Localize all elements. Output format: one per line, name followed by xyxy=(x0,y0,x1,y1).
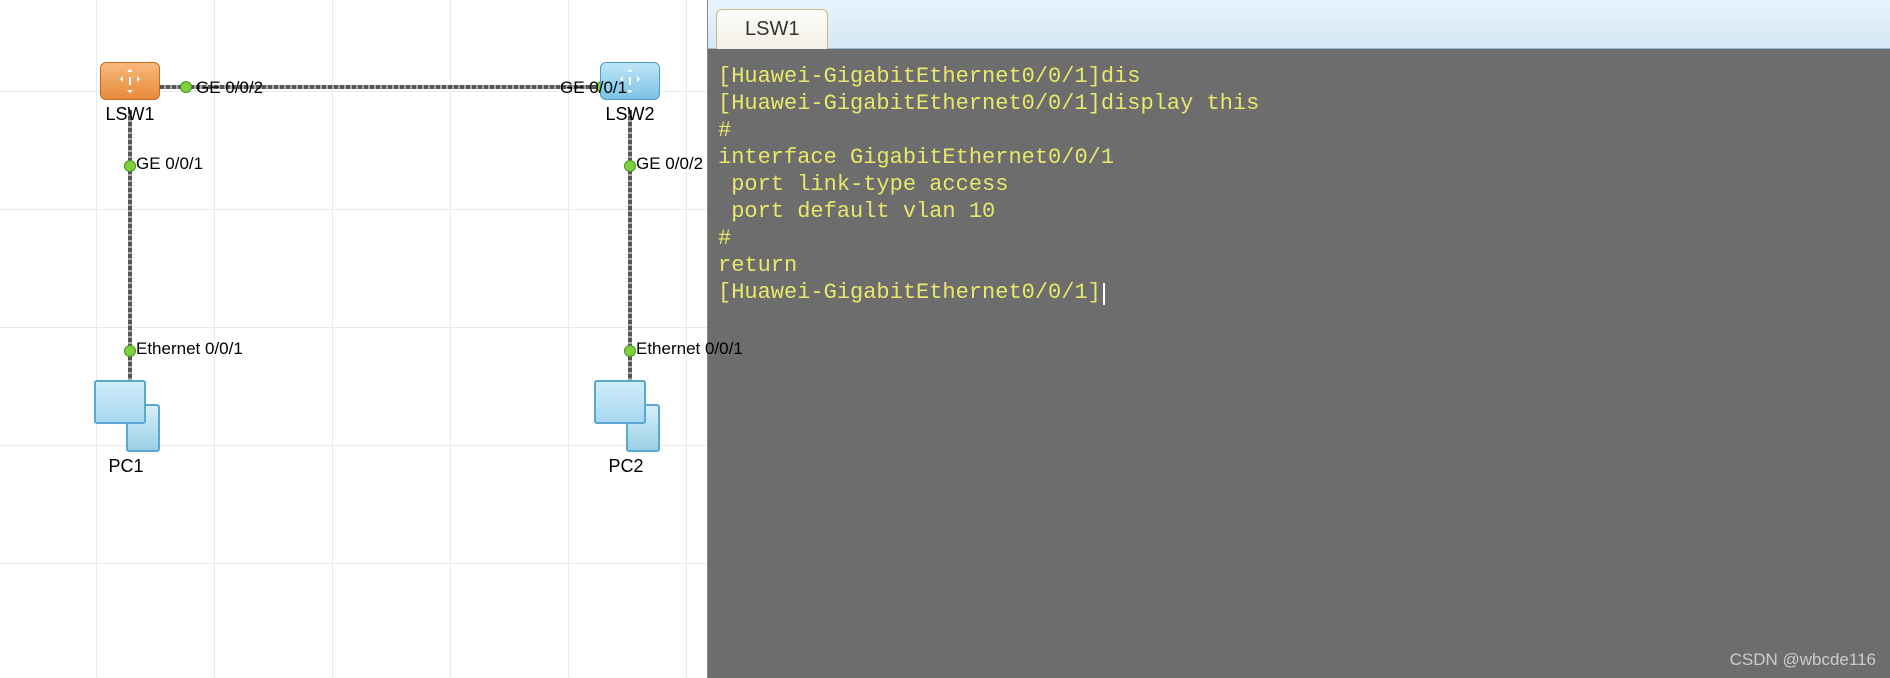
terminal-tab-bar: LSW1 xyxy=(708,0,1890,49)
port-label-lsw2-ge001: GE 0/0/1 xyxy=(560,78,627,98)
device-label: PC1 xyxy=(108,456,143,477)
pc-icon xyxy=(92,380,160,452)
port-label-lsw1-ge001: GE 0/0/1 xyxy=(136,154,203,174)
device-lsw1[interactable]: LSW1 xyxy=(100,62,160,125)
device-label: LSW2 xyxy=(605,104,654,125)
topology-canvas[interactable]: LSW1 LSW2 PC1 PC2 GE 0/0/2 GE 0/0/1 GE 0… xyxy=(0,0,707,678)
app-root: LSW1 LSW2 PC1 PC2 GE 0/0/2 GE 0/0/1 GE 0… xyxy=(0,0,1890,678)
endpoint xyxy=(624,160,636,172)
port-label-pc2-eth001: Ethernet 0/0/1 xyxy=(636,339,743,359)
terminal-panel: LSW1 [Huawei-GigabitEthernet0/0/1]dis [H… xyxy=(707,0,1890,678)
device-label: PC2 xyxy=(608,456,643,477)
switch-icon xyxy=(100,62,160,100)
cursor-icon xyxy=(1103,283,1105,305)
terminal-output[interactable]: [Huawei-GigabitEthernet0/0/1]dis [Huawei… xyxy=(708,49,1890,678)
endpoint xyxy=(124,345,136,357)
terminal-text: [Huawei-GigabitEthernet0/0/1]dis [Huawei… xyxy=(718,63,1880,306)
device-label: LSW1 xyxy=(105,104,154,125)
port-label-lsw2-ge002: GE 0/0/2 xyxy=(636,154,703,174)
pc-icon xyxy=(592,380,660,452)
watermark: CSDN @wbcde116 xyxy=(1730,650,1876,670)
port-label-pc1-eth001: Ethernet 0/0/1 xyxy=(136,339,243,359)
endpoint xyxy=(180,81,192,93)
device-pc2[interactable]: PC2 xyxy=(592,380,660,477)
device-pc1[interactable]: PC1 xyxy=(92,380,160,477)
endpoint xyxy=(124,160,136,172)
endpoint xyxy=(624,345,636,357)
port-label-lsw1-ge002: GE 0/0/2 xyxy=(196,78,263,98)
terminal-tab-lsw1[interactable]: LSW1 xyxy=(716,9,828,49)
